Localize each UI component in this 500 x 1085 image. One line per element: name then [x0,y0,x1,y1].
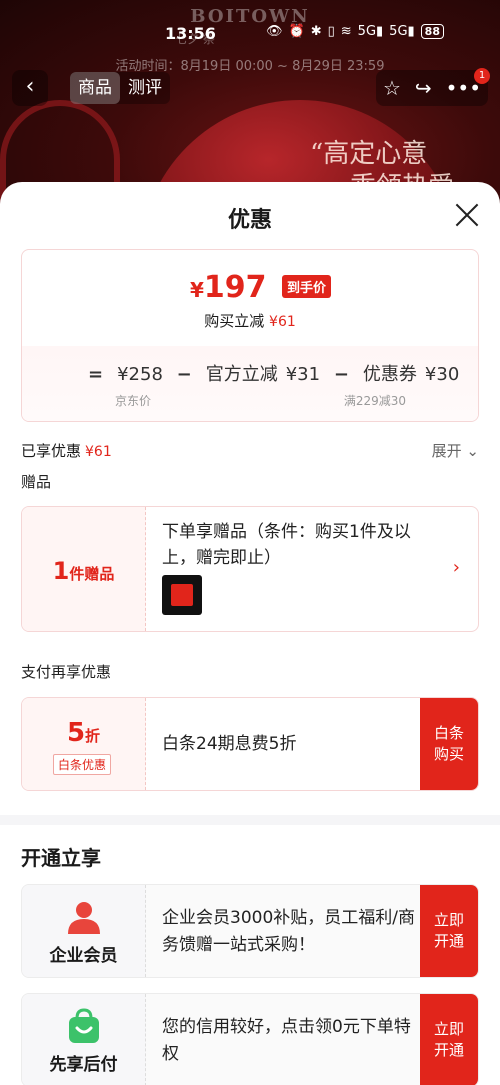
section-divider [0,815,500,825]
baitiao-buy-label: 白条购买 [433,724,464,763]
final-price: ¥197 [190,270,267,305]
nav-tabs: 商品 测评 [70,72,170,104]
product-nav-bar: ‹ 商品 测评 ☆ ↪ ••• 1 [0,68,500,106]
enterprise-member-name: 企业会员 [49,946,118,966]
price-formula-area: = ¥258 − 官方立减 ¥31 − 优惠券 ¥30 京东价 满229减30 [22,346,478,421]
favorite-star-icon[interactable]: ☆ [383,76,401,100]
5g-signal-icon: 5G▮ [357,24,384,39]
tab-product[interactable]: 商品 [70,72,120,104]
back-button[interactable]: ‹ [12,70,48,106]
gift-count: 1件赠品 [52,557,115,585]
purchase-reduction: 购买立减 ¥61 [204,312,296,330]
status-icons: 👁 ⏰ ✱ ▯ ≋ 5G▮ 5G▮ 88 [266,24,444,39]
pay-later-card: 先享后付 您的信用较好，点击领0元下单特权 立即开通 [21,993,479,1085]
shopping-bag-icon [69,1008,99,1043]
bluetooth-icon: ✱ [310,24,322,39]
nfc-icon: ▯ [327,24,335,39]
tab-review[interactable]: 测评 [120,72,170,104]
gift-thumbnail[interactable] [162,575,202,615]
discount-sheet: 优惠 ¥197 到手价 购买立减 ¥61 = ¥258 − 官方立减 ¥31 − 优惠券… [0,182,500,1085]
jd-price-label: 京东价 [115,394,152,408]
alarm-icon: ⏰ [288,24,305,39]
expand-button[interactable]: 展开 ⌄ [432,440,479,461]
chevron-down-icon: ⌄ [466,442,479,460]
open-section-title: 开通立享 [21,846,101,870]
person-icon [68,902,100,934]
pay-later-open-label: 立即开通 [433,1020,464,1059]
close-icon[interactable] [454,202,480,228]
gift-section-label: 赠品 [21,473,52,491]
discount-value: 5折 [66,718,101,748]
enterprise-open-button[interactable]: 立即开通 [420,885,478,977]
pay-later-area: 先享后付 [22,994,146,1085]
wifi-icon: ≋ [340,24,352,39]
5g-signal-icon: 5G▮ [389,24,415,39]
message-badge: 1 [474,68,490,84]
pay-later-open-button[interactable]: 立即开通 [420,994,478,1085]
enterprise-member-description: 企业会员3000补贴，员工福利/商务馈赠一站式采购！ [162,908,415,955]
battery-icon: 88 [420,24,444,39]
eye-icon: 👁 [266,24,283,39]
discount-tag: 白条优惠 [53,754,112,775]
price-top: ¥197 到手价 购买立减 ¥61 [22,250,478,346]
baitiao-buy-button[interactable]: 白条购买 [420,698,478,790]
baitiao-description: 白条24期息费5折 [162,734,297,754]
gift-count-area: 1件赠品 [22,507,146,631]
pay-later-name: 先享后付 [49,1055,118,1075]
status-bar: 13:56 👁 ⏰ ✱ ▯ ≋ 5G▮ 5G▮ 88 [0,24,500,46]
coupon-condition: 满229减30 [343,394,406,408]
enterprise-member-card: 企业会员 企业会员3000补贴，员工福利/商务馈赠一站式采购！ 立即开通 [21,884,479,978]
gift-card[interactable]: 1件赠品 下单享赠品（条件：购买1件及以上，赠完即止） › [21,506,479,632]
price-summary-card: ¥197 到手价 购买立减 ¥61 = ¥258 − 官方立减 ¥31 − 优惠券 ¥30… [21,249,479,422]
banner-slogan-line1: “高定心意 [310,139,428,169]
status-time: 13:56 [165,24,216,43]
pay-section-label: 支付再享优惠 [21,663,112,681]
sheet-title: 优惠 [227,208,272,233]
enterprise-open-label: 立即开通 [433,911,464,950]
nav-actions: ☆ ↪ ••• [376,70,488,106]
pay-later-description: 您的信用较好，点击领0元下单特权 [162,1017,411,1064]
baitiao-offer-card: 5折 白条优惠 白条24期息费5折 白条购买 [21,697,479,791]
gift-description: 下单享赠品（条件：购买1件及以上，赠完即止） [162,522,411,568]
discount-area: 5折 白条优惠 [22,698,146,790]
enterprise-member-area: 企业会员 [22,885,146,977]
chevron-right-icon: › [452,557,460,578]
price-formula: = ¥258 − 官方立减 ¥31 − 优惠券 ¥30 [88,364,460,385]
final-price-tag: 到手价 [282,275,332,298]
share-icon[interactable]: ↪ [415,76,432,100]
enjoyed-discount: 已享优惠 ¥61 [21,442,112,460]
